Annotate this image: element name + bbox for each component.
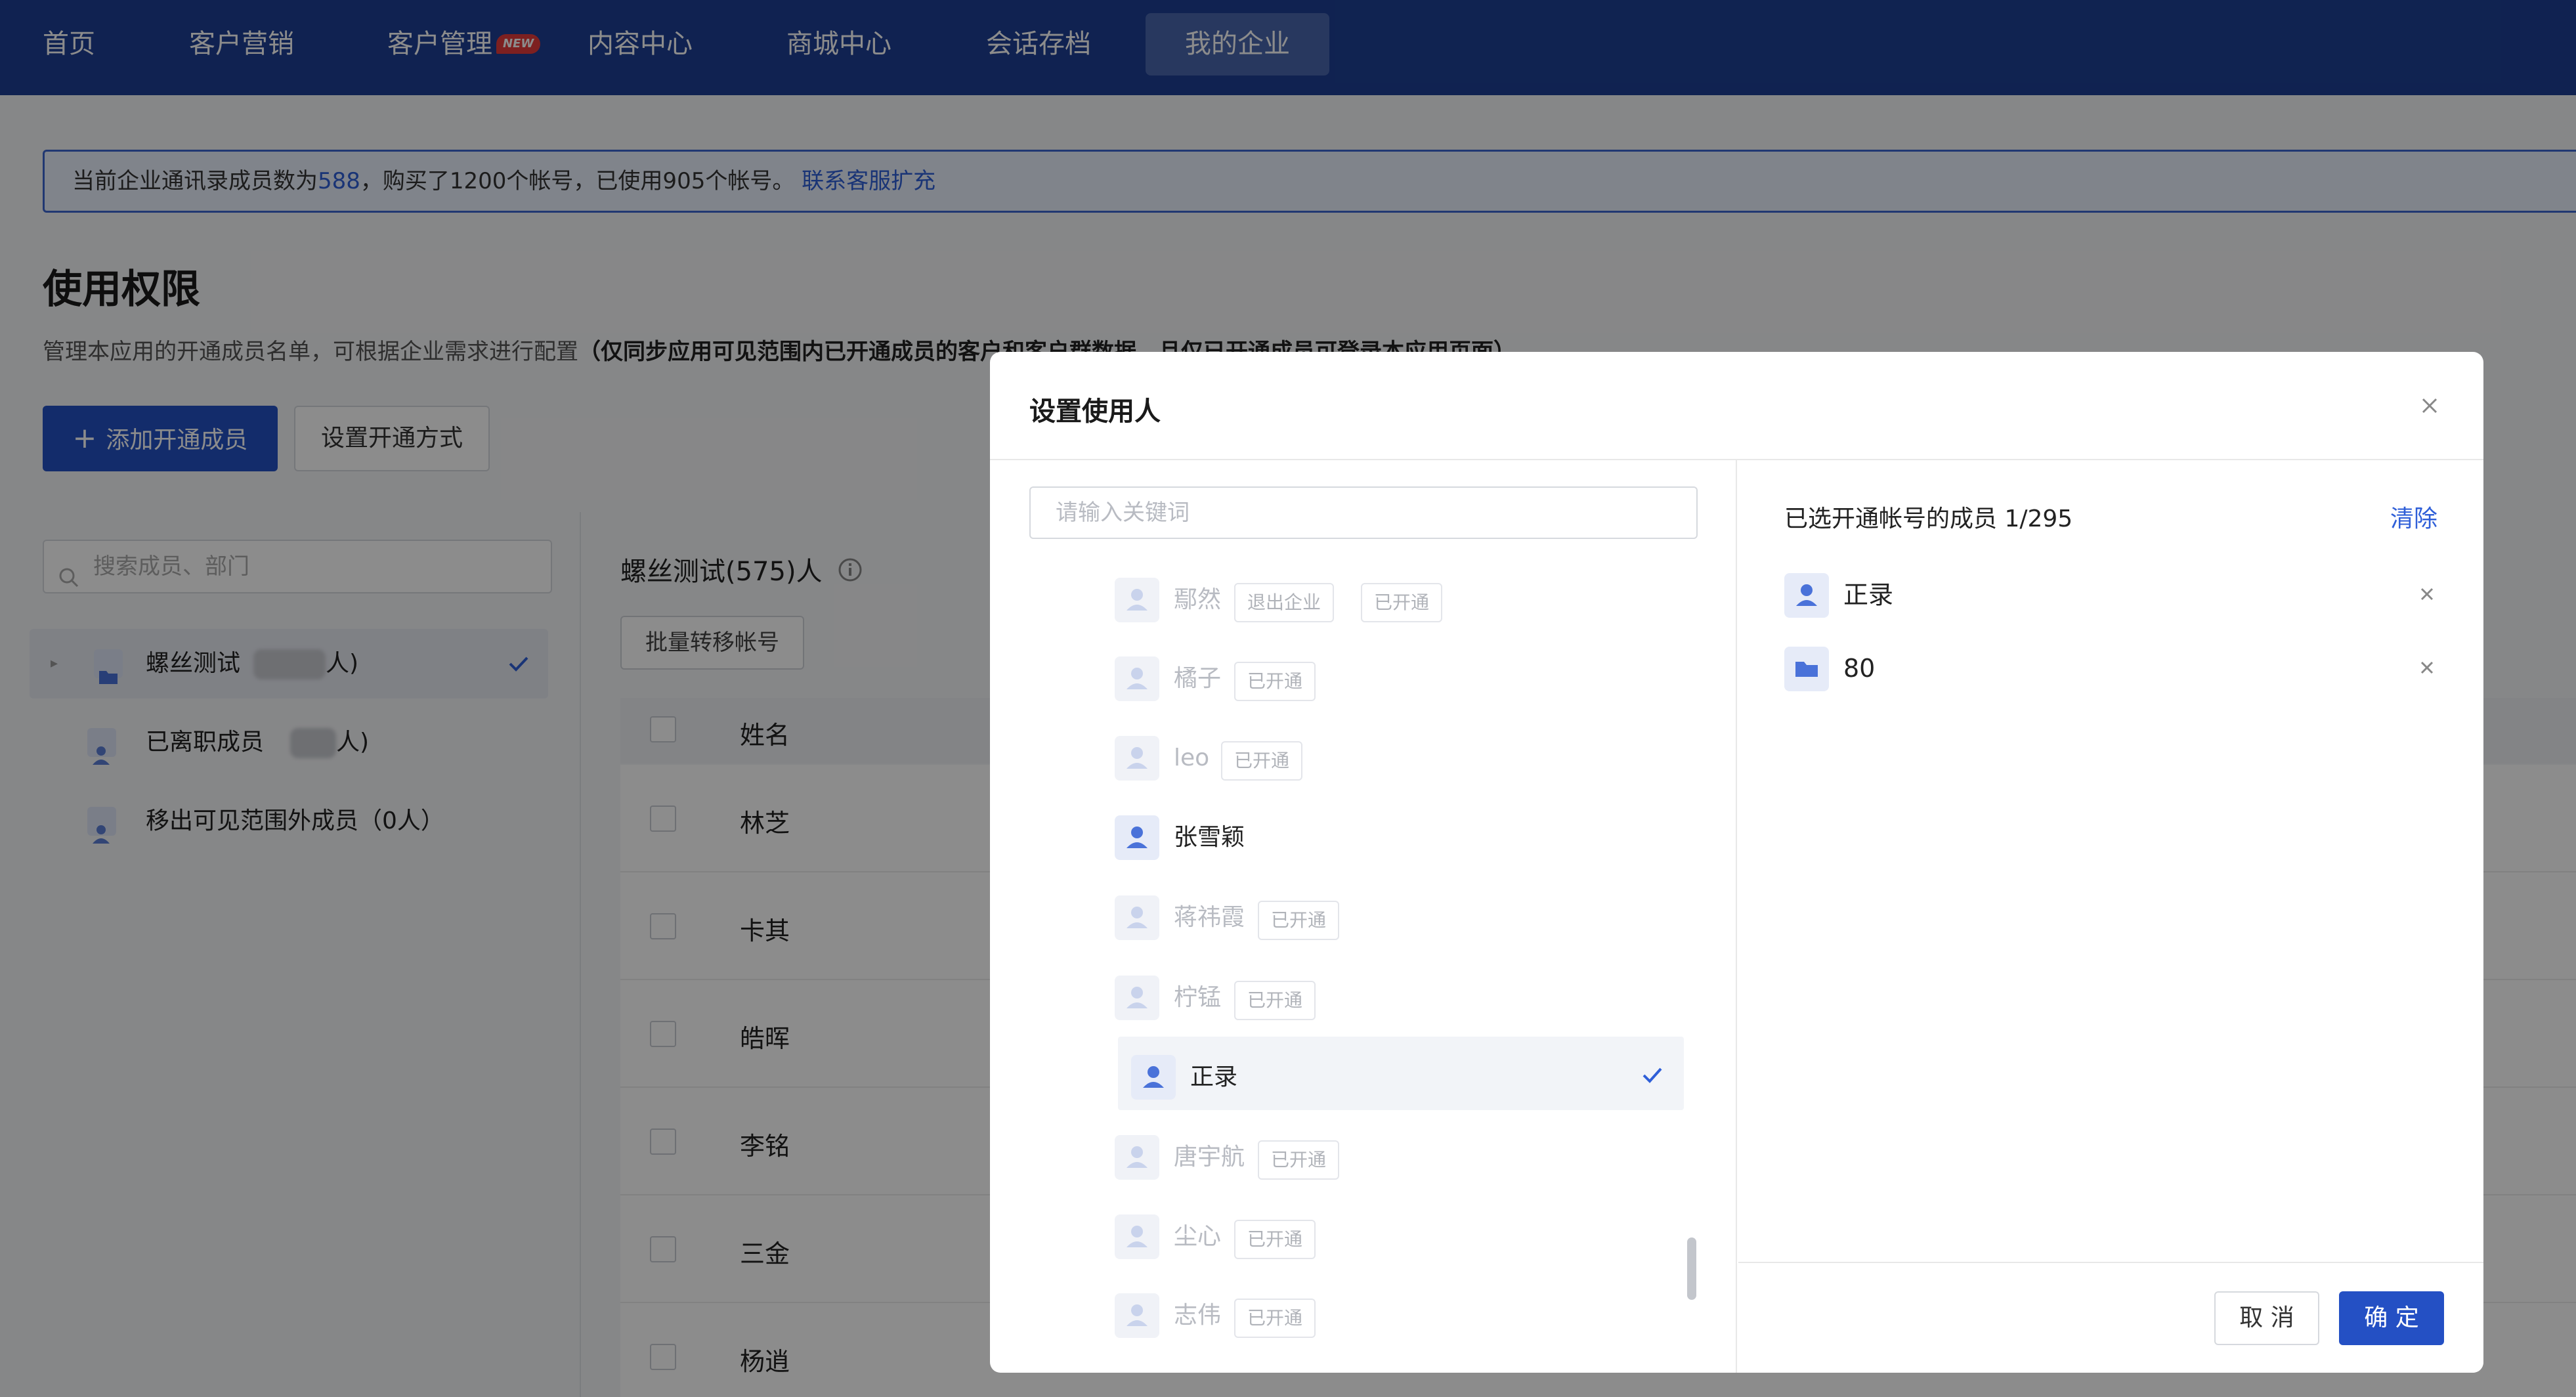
selected-count: 已选开通帐号的成员 1/295: [1784, 505, 2073, 532]
member-item: 鄢然 退出企业 已开通: [1115, 559, 1686, 633]
selected-item-name: 正录: [1843, 580, 1894, 609]
status-tag: 退出企业: [1234, 583, 1335, 622]
status-tag: 已开通: [1234, 662, 1316, 701]
set-users-dialog: 设置使用人 请输入关键词 鄢然 退出企业 已开通 橘子 已开通 leo 已开通 …: [990, 352, 2483, 1373]
status-tag: 已开通: [1361, 583, 1443, 622]
status-tag: 已开通: [1234, 981, 1316, 1020]
avatar-icon: [1115, 1293, 1159, 1338]
member-name: 尘心: [1174, 1223, 1222, 1250]
confirm-button[interactable]: 确 定: [2339, 1291, 2444, 1345]
member-item: 唐宇航 已开通: [1115, 1117, 1686, 1190]
member-item: 橘子 已开通: [1115, 638, 1686, 712]
member-name: 正录: [1190, 1064, 1238, 1090]
status-tag: 已开通: [1258, 901, 1340, 940]
member-name: 橘子: [1174, 665, 1222, 692]
selected-item: 正录: [1784, 559, 2437, 624]
avatar-icon: [1115, 1214, 1159, 1259]
avatar-icon: [1115, 815, 1159, 860]
member-item[interactable]: 张雪颖: [1115, 797, 1686, 870]
status-tag: 已开通: [1234, 1220, 1316, 1259]
avatar-icon: [1131, 1055, 1176, 1100]
avatar-icon: [1115, 1135, 1159, 1180]
remove-icon[interactable]: [2416, 584, 2437, 605]
avatar-icon: [1115, 656, 1159, 701]
member-name: leo: [1174, 744, 1210, 771]
status-tag: 已开通: [1234, 1299, 1316, 1338]
member-item: 蒋祎霞 已开通: [1115, 877, 1686, 951]
cancel-button[interactable]: 取 消: [2214, 1291, 2319, 1345]
avatar-icon: [1115, 736, 1159, 781]
selected-item: 80: [1784, 632, 2437, 698]
member-name: 蒋祎霞: [1174, 904, 1245, 931]
folder-icon: [1784, 647, 1829, 691]
dialog-footer: 取 消 确 定: [1738, 1262, 2483, 1373]
keyword-search-input[interactable]: 请输入关键词: [1029, 486, 1698, 539]
member-item: 柠锰 已开通: [1115, 957, 1686, 1031]
member-name: 唐宇航: [1174, 1144, 1245, 1171]
person-icon: [1784, 573, 1829, 618]
member-name: 张雪颖: [1174, 824, 1245, 851]
member-name: 柠锰: [1174, 984, 1222, 1011]
status-tag: 已开通: [1258, 1140, 1340, 1180]
member-item-selected[interactable]: 正录: [1118, 1037, 1684, 1110]
avatar-icon: [1115, 895, 1159, 940]
member-item: 尘心 已开通: [1115, 1196, 1686, 1270]
dialog-header: 设置使用人: [990, 352, 2483, 460]
check-icon: [1637, 1060, 1667, 1090]
member-item: leo 已开通: [1115, 718, 1686, 791]
avatar-icon: [1115, 976, 1159, 1020]
remove-icon[interactable]: [2416, 657, 2437, 678]
selected-panel: 已选开通帐号的成员 1/295 清除 正录 80: [1738, 460, 2483, 1373]
selected-item-name: 80: [1843, 654, 1876, 683]
member-item: 志伟 已开通: [1115, 1275, 1686, 1348]
avatar-icon: [1115, 578, 1159, 622]
member-name: 鄢然: [1174, 586, 1222, 613]
clear-button[interactable]: 清除: [2390, 500, 2437, 534]
member-name: 志伟: [1174, 1302, 1222, 1329]
close-icon[interactable]: [2415, 391, 2444, 420]
list-scrollbar[interactable]: [1687, 1237, 1696, 1300]
dialog-title: 设置使用人: [1029, 397, 1161, 427]
status-tag: 已开通: [1221, 741, 1303, 781]
